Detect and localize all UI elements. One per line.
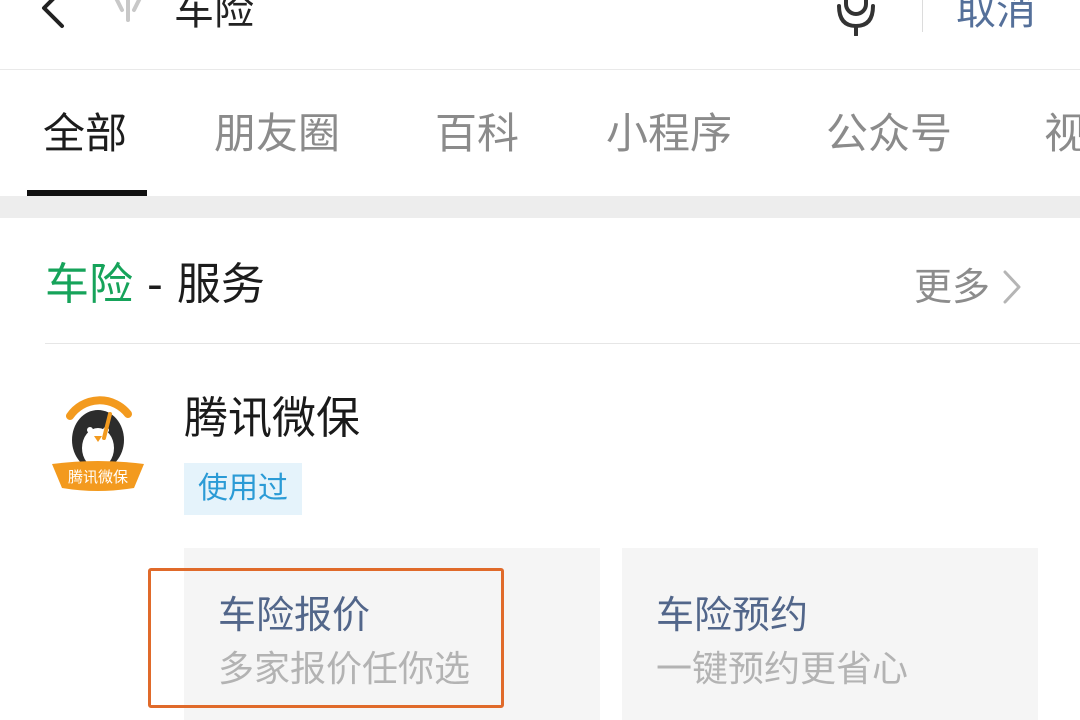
service-title-label: 服务 — [176, 259, 265, 310]
search-tabs: 全部 朋友圈 百科 小程序 公众号 视 — [0, 70, 1080, 196]
tab-encyclopedia[interactable]: 百科 — [435, 106, 519, 162]
tab-all[interactable]: 全部 — [43, 106, 127, 162]
sparkle-icon — [114, 0, 142, 22]
action-title: 车险报价 — [218, 593, 371, 637]
cancel-button[interactable]: 取消 — [956, 0, 1036, 36]
search-bar-divider — [922, 0, 923, 32]
back-arrow-icon[interactable] — [34, 0, 74, 38]
action-title: 车险预约 — [656, 593, 809, 637]
service-keyword: 车险 — [45, 259, 133, 310]
tab-moments[interactable]: 朋友圈 — [214, 106, 340, 162]
logo-text: 腾讯微保 — [68, 468, 128, 486]
tab-mini-programs[interactable]: 小程序 — [606, 106, 732, 162]
section-separator — [0, 196, 1080, 218]
more-link[interactable]: 更多 — [914, 262, 1022, 312]
app-name[interactable]: 腾讯微保 — [184, 390, 360, 448]
search-input[interactable]: 车险 — [174, 0, 254, 36]
action-subtitle: 一键预约更省心 — [656, 649, 909, 690]
more-label: 更多 — [914, 265, 991, 309]
used-badge: 使用过 — [184, 463, 302, 515]
car-insurance-booking-button[interactable]: 车险预约 一键预约更省心 — [622, 548, 1038, 720]
chevron-right-icon — [1003, 270, 1021, 304]
tab-official-accounts[interactable]: 公众号 — [826, 106, 952, 162]
divider — [45, 343, 1080, 344]
action-subtitle: 多家报价任你选 — [218, 649, 471, 690]
service-section-header: 车险 - 服务 更多 — [0, 218, 1080, 344]
service-section-title: 车险 - 服务 — [45, 256, 265, 314]
car-insurance-quote-button[interactable]: 车险报价 多家报价任你选 — [184, 548, 600, 720]
tab-video[interactable]: 视 — [1044, 106, 1080, 162]
app-logo[interactable]: 腾讯微保 — [48, 388, 148, 498]
search-bar: 车险 取消 — [0, 0, 1080, 70]
microphone-icon[interactable] — [834, 0, 878, 36]
service-title-separator: - — [133, 259, 177, 310]
